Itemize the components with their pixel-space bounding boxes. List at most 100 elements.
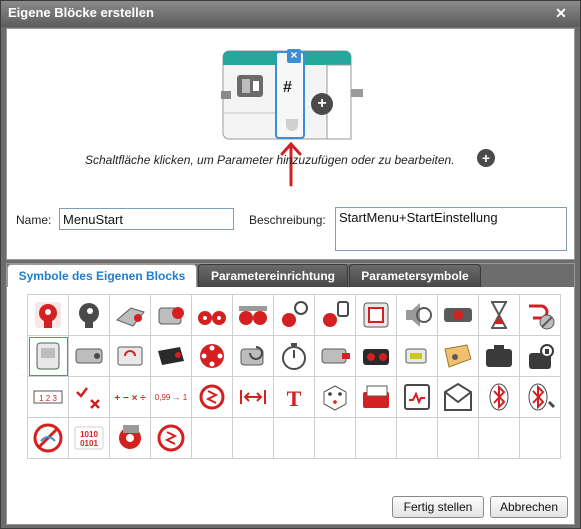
svg-text:1 2 3: 1 2 3	[39, 394, 57, 403]
cancel-button[interactable]: Abbrechen	[490, 496, 568, 518]
empty-icon-cell	[192, 418, 233, 459]
icon-cell[interactable]	[28, 336, 69, 377]
plus-circle-icon: +	[477, 149, 495, 167]
parameter-slot-selected[interactable]: #	[275, 51, 305, 139]
icon-cell[interactable]	[192, 377, 233, 418]
ultrasonic-sensor-icon	[363, 349, 389, 365]
svg-text:+ − × ÷: + − × ÷	[114, 393, 146, 404]
icon-cell[interactable]	[438, 377, 479, 418]
move-steering-icon	[198, 311, 226, 325]
icon-cell[interactable]	[192, 295, 233, 336]
name-input[interactable]	[59, 208, 234, 230]
tank-treads-icon	[323, 301, 349, 327]
brain-gray-icon	[79, 303, 99, 328]
icon-cell[interactable]	[28, 418, 69, 459]
icon-cell[interactable]	[110, 295, 151, 336]
color-sensor-icon	[75, 348, 103, 364]
random-icon	[323, 385, 347, 411]
brick-buttons-icon	[444, 308, 472, 322]
logic-icon	[76, 387, 100, 409]
icon-cell[interactable]	[28, 295, 69, 336]
icon-cell[interactable]	[192, 336, 233, 377]
icon-cell[interactable]	[356, 295, 397, 336]
tab-parameter-setup[interactable]: Parametereinrichtung	[198, 264, 348, 287]
window-title: Eigene Blöcke erstellen	[8, 5, 154, 20]
title-bar[interactable]: Eigene Blöcke erstellen ✕	[1, 1, 580, 27]
icon-cell[interactable]	[69, 336, 110, 377]
slot-plug-icon	[286, 119, 298, 131]
round-icon: 0,99 → 1	[155, 393, 188, 402]
text-icon: T	[287, 386, 302, 411]
tab-bar: Symbole des Eigenen Blocks Parametereinr…	[7, 264, 574, 287]
icon-cell[interactable]	[151, 418, 192, 459]
add-param-button[interactable]: +	[311, 93, 333, 115]
display-icon	[363, 302, 389, 328]
icon-panel: Symbole des Eigenen Blocks Parametereinr…	[6, 263, 575, 525]
icon-cell[interactable]	[356, 336, 397, 377]
icon-cell[interactable]	[69, 377, 110, 418]
icon-cell[interactable]	[315, 336, 356, 377]
icon-cell[interactable]	[479, 377, 520, 418]
icon-cell[interactable]: 1 2 3	[28, 377, 69, 418]
empty-icon-cell	[479, 418, 520, 459]
icon-cell[interactable]: 1010 0101	[69, 418, 110, 459]
description-input[interactable]: StartMenu+StartEinstellung	[335, 207, 567, 251]
svg-text:T: T	[287, 386, 302, 411]
bluetooth-icon	[489, 383, 509, 411]
array-icon: 1 2 3	[33, 390, 63, 404]
brick-status-icon	[36, 342, 60, 370]
math-icon: + − × ÷	[114, 393, 146, 404]
icon-cell[interactable]	[151, 295, 192, 336]
icon-cell[interactable]	[520, 295, 561, 336]
icon-cell[interactable]	[479, 336, 520, 377]
icon-cell[interactable]	[397, 336, 438, 377]
empty-icon-cell	[520, 418, 561, 459]
icon-cell[interactable]	[69, 295, 110, 336]
unregulated-motor-icon	[119, 425, 141, 449]
stop-program-icon	[529, 304, 555, 330]
icon-cell[interactable]	[233, 336, 274, 377]
finish-button[interactable]: Fertig stellen	[392, 496, 484, 518]
icon-cell[interactable]: + − × ÷	[110, 377, 151, 418]
icon-cell[interactable]: 0,99 → 1	[151, 377, 192, 418]
data-logging-icon	[529, 344, 554, 369]
bluetooth-connection-icon	[528, 383, 556, 411]
icon-cell[interactable]	[110, 418, 151, 459]
icon-cell[interactable]	[397, 295, 438, 336]
remove-param-button[interactable]: ×	[287, 49, 301, 63]
stopwatch-icon	[282, 343, 306, 370]
icon-cell[interactable]	[520, 377, 561, 418]
svg-text:0101: 0101	[80, 439, 98, 448]
icon-cell[interactable]	[315, 377, 356, 418]
range-icon	[240, 390, 266, 404]
tab-block-icons[interactable]: Symbole des Eigenen Blocks	[7, 264, 197, 287]
icon-cell[interactable]	[151, 336, 192, 377]
energy-meter-icon	[405, 348, 427, 364]
move-tank-icon	[239, 306, 267, 325]
icon-cell[interactable]	[520, 336, 561, 377]
steering-wheel-icon	[282, 301, 308, 327]
icon-cell[interactable]	[274, 295, 315, 336]
icon-cell[interactable]: T	[274, 377, 315, 418]
empty-icon-cell	[274, 418, 315, 459]
icon-cell[interactable]	[110, 336, 151, 377]
tab-parameter-icons[interactable]: Parametersymbole	[349, 264, 481, 287]
icon-cell[interactable]	[479, 295, 520, 336]
brick-buttons-cross-icon	[200, 344, 224, 368]
icon-cell[interactable]	[315, 295, 356, 336]
large-motor-icon	[116, 307, 145, 327]
icon-cell[interactable]	[274, 336, 315, 377]
name-label: Name:	[16, 213, 52, 227]
icon-cell[interactable]	[438, 295, 479, 336]
ir-sensor-icon	[158, 347, 184, 365]
icon-cell[interactable]	[233, 295, 274, 336]
icon-cell[interactable]	[397, 377, 438, 418]
icon-cell[interactable]	[233, 377, 274, 418]
icon-cell[interactable]	[356, 377, 397, 418]
icon-grid: 1 2 3 + − × ÷ 0,99 → 1 T 1010 0101	[27, 294, 561, 459]
variable-file-icon	[363, 385, 389, 408]
sound-icon	[406, 303, 432, 327]
close-icon[interactable]: ✕	[550, 4, 572, 22]
motor-rotation-icon	[240, 346, 264, 366]
icon-cell[interactable]	[438, 336, 479, 377]
